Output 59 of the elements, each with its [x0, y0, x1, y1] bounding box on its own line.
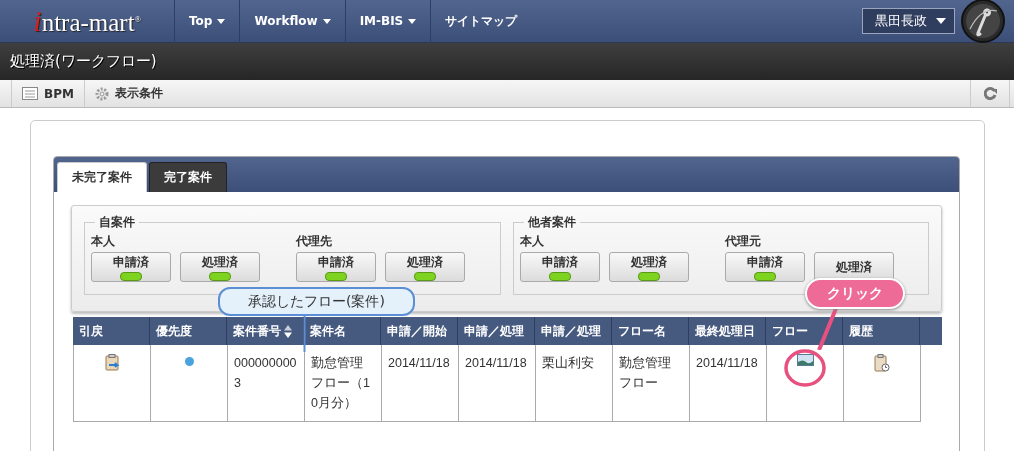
column-header[interactable]: フロー — [766, 317, 843, 345]
caret-icon — [217, 18, 226, 24]
column-header[interactable]: 履歴 — [843, 317, 920, 345]
group-label: 代理元 — [724, 233, 762, 250]
user-menu[interactable]: 黒田長政 — [862, 8, 955, 34]
column-header[interactable]: 申請／開始 — [381, 317, 458, 345]
callout: クリック — [805, 278, 905, 309]
column-header[interactable]: 申請／処理 — [458, 317, 535, 345]
table-cell: 2014/11/18 — [690, 345, 767, 422]
table-cell: 栗山利安 — [536, 345, 613, 422]
group-legend: 自案件 — [95, 214, 139, 231]
tab[interactable]: 未完了案件 — [57, 162, 147, 192]
table-cell: 2014/11/18 — [382, 345, 459, 422]
filter-button[interactable]: 申請済 — [519, 252, 600, 282]
filter-button[interactable]: 処理済 — [608, 252, 689, 282]
list-icon — [22, 87, 38, 100]
nav-menu-item[interactable]: Top — [174, 0, 240, 43]
column-header[interactable]: 申請／処理 — [535, 317, 612, 345]
leader-line — [303, 315, 306, 352]
highlight-circle — [784, 349, 826, 387]
filter-button[interactable]: 申請済 — [296, 252, 376, 282]
toolbar-button[interactable]: BPM — [11, 80, 84, 107]
column-header[interactable]: 最終処理日 — [689, 317, 766, 345]
callout: 承認したフロー(案件) — [218, 287, 415, 316]
caret-icon — [322, 18, 331, 24]
group-label: 本人 — [519, 233, 545, 250]
nav-menu-item[interactable]: IM-BIS — [344, 0, 431, 43]
clipboard-clock-icon[interactable] — [874, 354, 890, 372]
column-header[interactable]: フロー名 — [612, 317, 689, 345]
caret-icon — [936, 18, 946, 24]
gear-icon — [94, 86, 109, 101]
column-header[interactable]: 案件番号 — [227, 317, 304, 345]
sort-icon — [284, 324, 292, 338]
filter-button[interactable]: 申請済 — [724, 252, 805, 282]
filter-button[interactable]: 処理済 — [180, 252, 260, 282]
caret-icon — [408, 18, 417, 24]
table-cell: 2014/11/18 — [459, 345, 536, 422]
table-cell: 勤怠管理フロー（10月分） — [305, 345, 382, 422]
leader-line — [817, 306, 839, 350]
logo-icon[interactable] — [961, 0, 1005, 43]
group-label: 代理先 — [296, 233, 333, 250]
group-label: 本人 — [91, 233, 116, 250]
nav-menu-item[interactable]: サイトマップ — [430, 0, 532, 43]
column-header[interactable]: 優先度 — [150, 317, 227, 345]
filter-button[interactable]: 処理済 — [385, 252, 465, 282]
table-cell: 0000000003 — [228, 345, 305, 422]
filter-button[interactable]: 申請済 — [91, 252, 171, 282]
column-header[interactable]: 案件名 — [304, 317, 381, 345]
tab[interactable]: 完了案件 — [149, 162, 227, 192]
refresh-icon — [983, 87, 997, 100]
image-icon[interactable] — [796, 354, 814, 366]
table-cell: 勤怠管理フロー — [613, 345, 690, 422]
toolbar-button[interactable]: 表示条件 — [83, 80, 173, 107]
nav-menu-item[interactable]: Workflow — [239, 0, 345, 43]
column-header[interactable]: 引戻 — [73, 317, 150, 345]
logo[interactable]: intra-mart$^{®}$ — [0, 4, 174, 38]
page-title: 処理済(ワークフロー) — [10, 52, 157, 71]
group-legend: 他者案件 — [523, 214, 580, 231]
refresh-button[interactable] — [970, 80, 1010, 107]
